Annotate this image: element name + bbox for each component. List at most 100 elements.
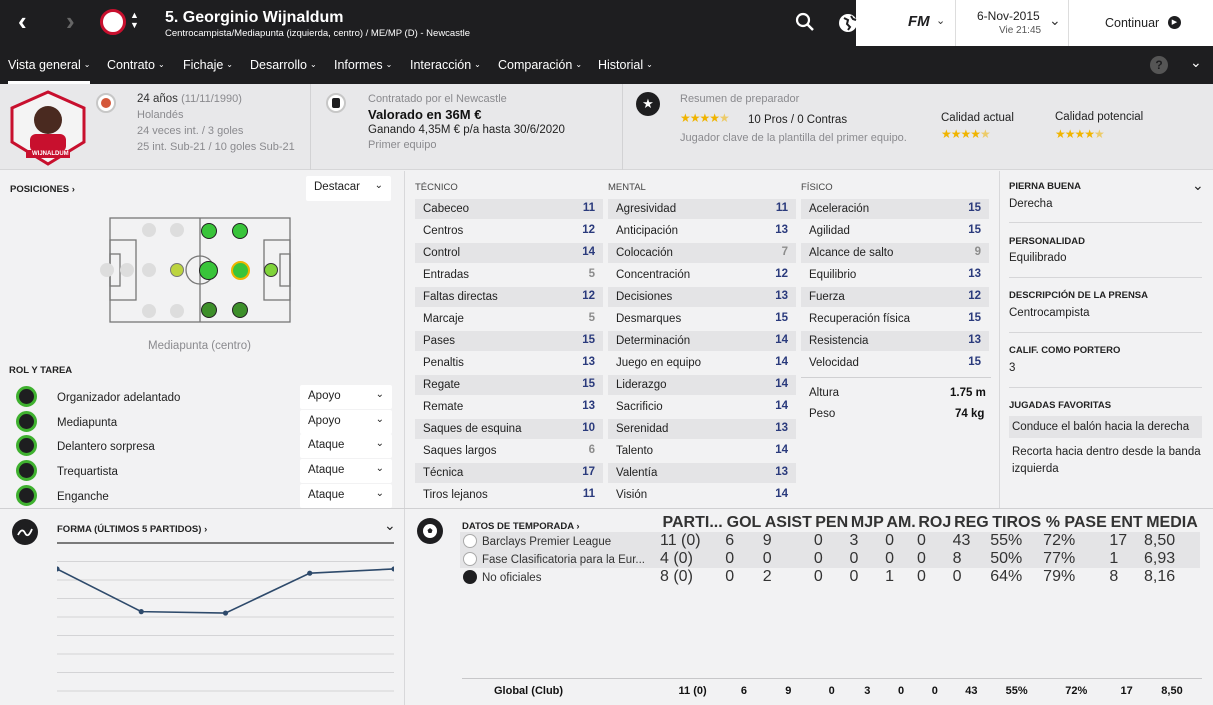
tab-vista-general[interactable]: Vista general ⌄ <box>8 58 91 84</box>
tab-interaccion[interactable]: Interacción ⌄ <box>410 58 481 72</box>
attribute-row[interactable]: Serenidad 13 <box>608 419 796 439</box>
role-duty-select[interactable]: Apoyo ⌄ <box>300 385 392 409</box>
fm-menu[interactable]: FM ⌄ <box>896 0 956 46</box>
tab-informes[interactable]: Informes ⌄ <box>334 58 392 72</box>
highlight-select[interactable]: Destacar ⌄ <box>306 176 391 201</box>
attribute-row[interactable]: Pases 15 <box>415 331 603 351</box>
attribute-row[interactable]: Aceleración 15 <box>801 199 989 219</box>
back-icon[interactable]: ‹ <box>18 8 27 34</box>
attribute-row[interactable]: Control 14 <box>415 243 603 263</box>
contract-by: Contratado por el Newcastle <box>368 93 507 105</box>
attribute-row[interactable]: Entradas 5 <box>415 265 603 285</box>
attribute-row[interactable]: Colocación 7 <box>608 243 796 263</box>
attribute-row[interactable]: Visión 14 <box>608 485 796 505</box>
column-header[interactable]: REG <box>953 514 991 532</box>
table-row[interactable]: No oficiales 8 (0) 0 2 0 0 1 0 0 64% 79% 8 8,16 <box>460 568 1200 586</box>
total-cell: 72% <box>1065 685 1088 697</box>
player-switch-icon[interactable]: ▲ ▼ <box>130 10 139 30</box>
forward-icon[interactable]: › <box>66 8 75 34</box>
attribute-row[interactable]: Saques largos 6 <box>415 441 603 461</box>
column-header[interactable]: PARTI... <box>660 514 725 532</box>
attribute-name: Cabeceo <box>423 203 470 215</box>
date-widget[interactable]: 6-Nov-2015 Vie 21:45 ⌄ <box>957 0 1067 46</box>
attribute-row[interactable]: Técnica 17 <box>415 463 603 483</box>
mental-title: MENTAL <box>608 182 646 193</box>
tab-fichaje[interactable]: Fichaje ⌄ <box>183 58 233 72</box>
nav-tabs: Vista general ⌄ Contrato ⌄ Fichaje ⌄ Desarr… <box>0 46 1213 84</box>
attribute-row[interactable]: Cabeceo 11 <box>415 199 603 219</box>
table-row[interactable]: Barclays Premier League 11 (0) 6 9 0 3 0 0 43 55%… <box>460 532 1200 550</box>
form-point[interactable] <box>138 609 144 615</box>
player-card[interactable]: WIJNALDUM <box>8 90 88 166</box>
bio-nationality: Holandés <box>137 109 184 121</box>
continue-button[interactable]: Continuar ▶ <box>1068 0 1213 46</box>
attribute-row[interactable]: Velocidad 15 <box>801 353 989 373</box>
attribute-row[interactable]: Talento 14 <box>608 441 796 461</box>
attribute-row[interactable]: Desmarques 15 <box>608 309 796 329</box>
stat-cell: 11 (0) <box>660 532 701 549</box>
form-point[interactable] <box>222 610 229 616</box>
attribute-row[interactable]: Agresividad 11 <box>608 199 796 219</box>
attribute-row[interactable]: Centros 12 <box>415 221 603 241</box>
nav-more-chevron-icon[interactable]: ⌄ <box>1190 54 1202 71</box>
role-duty-select[interactable]: Ataque ⌄ <box>300 459 392 483</box>
divider <box>1009 387 1202 388</box>
column-header[interactable]: GOL <box>725 514 763 532</box>
attribute-row[interactable]: Concentración 12 <box>608 265 796 285</box>
attribute-row[interactable]: Penaltis 13 <box>415 353 603 373</box>
form-collapse-icon[interactable]: ⌄ <box>384 517 396 534</box>
competition-logo-icon <box>463 570 477 584</box>
attribute-row[interactable]: Juego en equipo 14 <box>608 353 796 373</box>
attribute-row[interactable]: Liderazgo 14 <box>608 375 796 395</box>
attribute-row[interactable]: Anticipación 13 <box>608 221 796 241</box>
role-duty-select[interactable]: Apoyo ⌄ <box>300 410 392 434</box>
attribute-value: 17 <box>582 466 595 478</box>
tab-historial[interactable]: Historial ⌄ <box>598 58 653 72</box>
attribute-row[interactable]: Saques de esquina 10 <box>415 419 603 439</box>
form-point[interactable] <box>391 566 394 572</box>
side-collapse-icon[interactable]: ⌄ <box>1192 177 1204 194</box>
column-header[interactable]: MEDIA <box>1144 514 1200 532</box>
attribute-row[interactable]: Decisiones 13 <box>608 287 796 307</box>
form-title[interactable]: FORMA (ÚLTIMOS 5 PARTIDOS) › <box>57 524 207 535</box>
stat-cell: 2 <box>762 568 772 585</box>
column-header[interactable]: % PASE <box>1043 514 1109 532</box>
attribute-row[interactable]: Faltas directas 12 <box>415 287 603 307</box>
column-header[interactable]: TIROS <box>990 514 1043 532</box>
role-duty-select[interactable]: Ataque ⌄ <box>300 484 392 508</box>
roles-title: ROL Y TAREA <box>9 365 73 376</box>
column-header[interactable]: ROJ <box>917 514 953 532</box>
attribute-row[interactable]: Sacrificio 14 <box>608 397 796 417</box>
attribute-row[interactable]: Marcaje 5 <box>415 309 603 329</box>
attribute-row[interactable]: Resistencia 13 <box>801 331 989 351</box>
attribute-row[interactable]: Recuperación física 15 <box>801 309 989 329</box>
attribute-row[interactable]: Agilidad 15 <box>801 221 989 241</box>
tab-comparacion[interactable]: Comparación ⌄ <box>498 58 582 72</box>
attribute-row[interactable]: Determinación 14 <box>608 331 796 351</box>
attribute-row[interactable]: Alcance de salto 9 <box>801 243 989 263</box>
column-header[interactable]: MJP <box>850 514 886 532</box>
form-chart-icon <box>12 519 38 545</box>
attribute-name: Control <box>423 247 461 259</box>
column-header[interactable]: AM. <box>885 514 917 532</box>
search-icon[interactable] <box>795 12 815 37</box>
column-header[interactable]: ASIST <box>763 514 814 532</box>
attribute-row[interactable]: Fuerza 12 <box>801 287 989 307</box>
tab-contrato[interactable]: Contrato ⌄ <box>107 58 165 72</box>
attribute-row[interactable]: Equilibrio 13 <box>801 265 989 285</box>
role-duty-select[interactable]: Ataque ⌄ <box>300 434 392 458</box>
total-cell: 0 <box>828 685 835 697</box>
attribute-row[interactable]: Remate 13 <box>415 397 603 417</box>
help-icon[interactable]: ? <box>1150 56 1168 74</box>
attribute-row[interactable]: Regate 15 <box>415 375 603 395</box>
tab-desarrollo[interactable]: Desarrollo ⌄ <box>250 58 317 72</box>
column-header[interactable]: ENT <box>1109 514 1144 532</box>
attribute-row[interactable]: Valentía 13 <box>608 463 796 483</box>
attribute-row[interactable]: Tiros lejanos 11 <box>415 485 603 505</box>
column-header[interactable]: PEN <box>814 514 850 532</box>
form-point[interactable] <box>307 570 313 576</box>
positions-title[interactable]: POSICIONES › <box>10 184 75 195</box>
total-cell: 0 <box>898 685 905 697</box>
table-row[interactable]: Fase Clasificatoria para la Eur... 4 (0) 0… <box>460 550 1200 568</box>
globe-icon[interactable] <box>838 12 872 39</box>
